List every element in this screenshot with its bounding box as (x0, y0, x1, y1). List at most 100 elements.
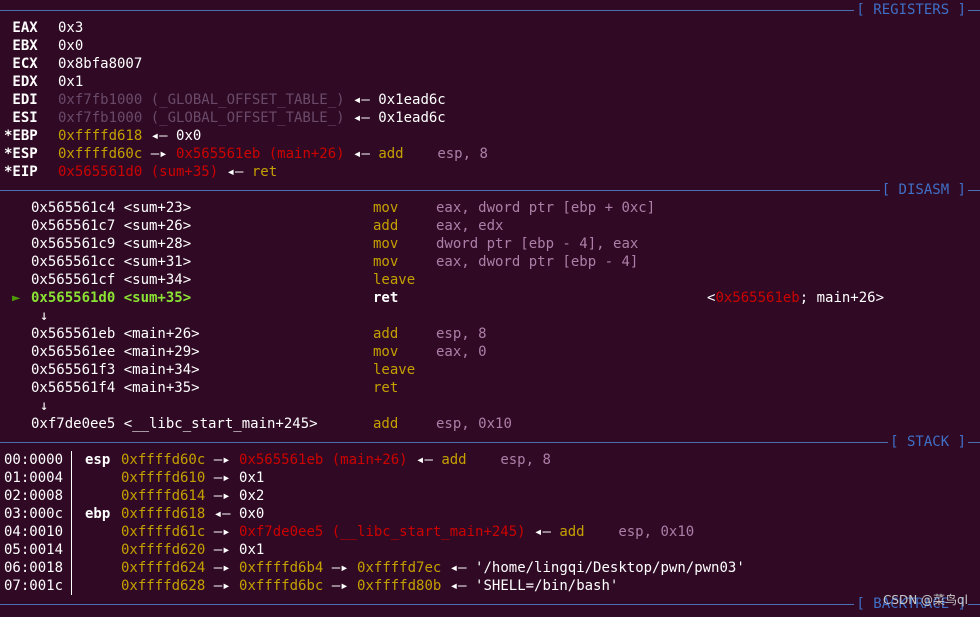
pointer-arrow: —▸ (142, 146, 177, 162)
disasm-op: mov (373, 236, 399, 252)
disasm-address: 0x565561c9 <sum+28> (31, 236, 192, 252)
register-op: ret (251, 164, 278, 180)
stack-op: add (441, 452, 467, 468)
stack-address: 0xffffd610 (121, 470, 206, 486)
stack-address: 0xffffd618 (121, 506, 206, 522)
disasm-separator: [ DISASM ] (0, 181, 980, 199)
stack-content: 0xffffd610 —▸ 0x1 (121, 469, 264, 487)
stack-content: 0xffffd614 —▸ 0x2 (121, 487, 264, 505)
register-name: EAX (4, 20, 38, 36)
disasm-op: ret (373, 380, 399, 396)
stack-imm: 8 (542, 452, 551, 468)
disasm-op: add (373, 416, 399, 432)
operand-imm: 8 (478, 326, 487, 342)
current-instruction-marker-icon: ► (12, 290, 21, 306)
operand-text: esp, (436, 326, 479, 342)
stack-value: 0x565561eb (main+26) (239, 452, 408, 468)
operand-text: dword ptr [ebp - (436, 236, 580, 252)
operand-imm: 0xc (621, 200, 647, 216)
stack-address: 0xffffd620 (121, 542, 206, 558)
operand-text: eax, (436, 344, 479, 360)
disasm-operands: eax, dword ptr [ebp - 4] (436, 253, 638, 271)
disasm-address: 0x565561ee <main+29> (31, 344, 200, 360)
register-name: EDI (4, 92, 38, 108)
stack-content: 0xffffd628 —▸ 0xffffd6bc —▸ 0xffffd80b ◂… (121, 577, 618, 595)
stack-address: 0xffffd61c (121, 524, 206, 540)
register-value: 0x1ead6c (378, 110, 446, 126)
comment-address: 0x565561eb (715, 290, 800, 306)
disasm-op: mov (373, 254, 399, 270)
disasm-address: 0x565561cf <sum+34> (31, 272, 192, 288)
disasm-operands: eax, edx (436, 217, 503, 235)
disasm-op: leave (373, 272, 416, 288)
stack-arrow: ◂— (441, 560, 476, 576)
stack-value: 0xffffd6b4 (239, 560, 324, 576)
operand-tail: ] (629, 254, 639, 270)
deref-arrow: ◂— (344, 110, 379, 126)
backtrace-separator: [ BACKTRACE ] (0, 595, 980, 613)
disasm-address: 0x565561c7 <sum+26> (31, 218, 192, 234)
stack-args: esp, (584, 524, 661, 540)
stack-value: 0xffffd7ec (357, 560, 442, 576)
stack-divider (71, 505, 72, 523)
register-name: EBX (4, 38, 38, 54)
deref-arrow: ◂— (344, 146, 379, 162)
stack-content: 0xffffd61c —▸ 0xf7de0ee5 (__libc_start_m… (121, 523, 694, 541)
operand-tail: ] (646, 200, 656, 216)
register-address: 0xf7fb1000 (_GLOBAL_OFFSET_TABLE_) (58, 92, 345, 108)
stack-op: add (559, 524, 585, 540)
disasm-op: mov (373, 344, 399, 360)
register-content: 0xffffd60c —▸ 0x565561eb (main+26) ◂— ad… (58, 145, 488, 163)
register-name: *EIP (4, 164, 38, 180)
stack-arrow: ◂— (205, 506, 240, 522)
stack-address: 0xffffd614 (121, 488, 206, 504)
register-value: 0x3 (58, 20, 84, 36)
register-name: EDX (4, 74, 38, 90)
stack-arrow: —▸ (205, 452, 240, 468)
stack-value: 0x1 (239, 470, 265, 486)
register-value: 0x1 (58, 74, 84, 90)
stack-offset: 01:0004 (4, 470, 64, 486)
disasm-address: 0x565561f4 <main+35> (31, 380, 200, 396)
disasm-operands: dword ptr [ebp - 4], eax (436, 235, 638, 253)
stack-content: 0xffffd620 —▸ 0x1 (121, 541, 264, 559)
stack-divider (71, 559, 72, 577)
register-value: 0x0 (58, 38, 84, 54)
stack-divider (71, 541, 72, 559)
disasm-address: 0x565561eb <main+26> (31, 326, 200, 342)
disasm-title: [ DISASM ] (879, 181, 968, 199)
stack-arrow: —▸ (205, 524, 240, 540)
operand-imm: 0x10 (478, 416, 512, 432)
stack-arrow: —▸ (205, 488, 240, 504)
stack-register: ebp (85, 506, 111, 522)
stack-arrow: —▸ (205, 578, 240, 594)
stack-address: 0xffffd60c (121, 452, 206, 468)
register-name: ECX (4, 56, 38, 72)
deref-arrow: ◂— (218, 164, 252, 180)
register-content: 0x0 (58, 37, 83, 55)
stack-arrow: ◂— (441, 578, 476, 594)
register-content: 0xf7fb1000 (_GLOBAL_OFFSET_TABLE_) ◂— 0x… (58, 91, 446, 109)
disasm-op: mov (373, 200, 399, 216)
watermark: CSDN @菜鸟ql (883, 593, 968, 607)
register-content: 0xf7fb1000 (_GLOBAL_OFFSET_TABLE_) ◂— 0x… (58, 109, 446, 127)
stack-arrow: —▸ (205, 470, 240, 486)
register-imm: 8 (479, 146, 488, 162)
register-content: 0x1 (58, 73, 83, 91)
stack-separator: [ STACK ] (0, 433, 980, 451)
deref-arrow: ◂— (344, 92, 379, 108)
stack-address: 0xffffd628 (121, 578, 206, 594)
operand-imm: 4 (621, 254, 630, 270)
stack-value: 0xf7de0ee5 (__libc_start_main+245) (239, 524, 526, 540)
register-name: *EBP (4, 128, 38, 144)
operand-imm: 0 (478, 344, 487, 360)
disasm-address: 0xf7de0ee5 <__libc_start_main+245> (31, 416, 318, 432)
stack-args: esp, (466, 452, 543, 468)
disasm-comment: <0x565561eb; main+26> (707, 289, 884, 307)
stack-arrow: —▸ (323, 560, 358, 576)
register-name: *ESP (4, 146, 38, 162)
stack-offset: 03:000c (4, 506, 64, 522)
register-address: 0xffffd618 (58, 128, 143, 144)
register-target: 0x565561eb (main+26) (176, 146, 345, 162)
stack-string: '/home/lingqi/Desktop/pwn/pwn03' (475, 560, 745, 576)
